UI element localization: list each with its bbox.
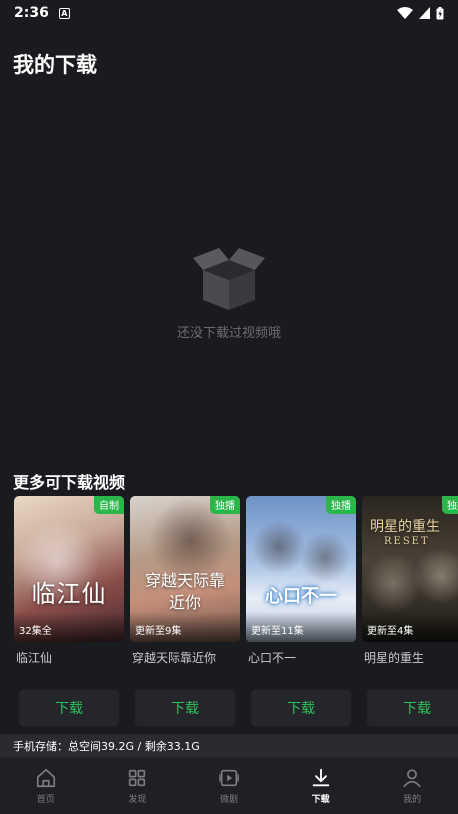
download-button[interactable]: 下载 — [251, 690, 351, 726]
download-button[interactable]: 下载 — [19, 690, 119, 726]
grid-icon — [129, 769, 146, 787]
tab-label: 发现 — [128, 795, 147, 805]
video-title[interactable]: 心口不一 — [246, 649, 356, 666]
video-card[interactable]: 临江仙 自制 32集全 临江仙 — [14, 496, 124, 666]
video-card[interactable]: 穿越天际靠近你 独播 更新至9集 穿越天际靠近你 — [130, 496, 240, 666]
home-icon — [36, 768, 55, 788]
tab-label: 下载 — [311, 795, 330, 805]
storage-info: 手机存储：总空间39.2G / 剩余33.1G — [0, 734, 458, 757]
episode-count: 更新至4集 — [367, 626, 414, 637]
poster-subtitle-art: RESET — [384, 536, 430, 547]
battery-icon — [436, 6, 444, 19]
download-icon — [312, 768, 329, 787]
badge-label: 独播 — [210, 496, 240, 514]
video-title[interactable]: 临江仙 — [14, 649, 124, 666]
status-time: 2:36 — [14, 5, 49, 21]
empty-state-text: 还没下载过视频哦 — [176, 326, 281, 341]
tab-label: 我的 — [403, 795, 422, 805]
badge-label: 自制 — [94, 496, 124, 514]
badge-label: 独播 — [442, 496, 458, 514]
empty-state: 还没下载过视频哦 — [0, 240, 458, 341]
video-poster[interactable]: 临江仙 自制 32集全 — [14, 496, 124, 642]
poster-title-art: 明星的重生 — [370, 519, 440, 535]
tab-download[interactable]: 下载 — [275, 758, 367, 814]
tab-label: 微剧 — [219, 795, 238, 805]
bottom-tab-bar: 首页 发现 微剧 下载 我的 — [0, 757, 458, 814]
poster-title-art: 临江仙 — [31, 580, 107, 608]
poster-title-art: 心口不一 — [265, 586, 337, 607]
notification-icon: A — [58, 7, 70, 19]
video-title[interactable]: 穿越天际靠近你 — [130, 649, 240, 666]
episode-count: 32集全 — [19, 626, 52, 637]
episode-count: 更新至9集 — [135, 626, 182, 637]
tab-microdrama[interactable]: 微剧 — [183, 758, 275, 814]
page-title: 我的下载 — [13, 53, 97, 77]
play-box-icon — [219, 769, 239, 787]
tab-mine[interactable]: 我的 — [366, 758, 458, 814]
tab-home[interactable]: 首页 — [0, 758, 92, 814]
signal-icon — [419, 7, 430, 19]
video-poster[interactable]: 穿越天际靠近你 独播 更新至9集 — [130, 496, 240, 642]
poster-title-art: 穿越天际靠近你 — [144, 571, 225, 612]
video-card-list[interactable]: 临江仙 自制 32集全 临江仙 穿越天际靠近你 独播 更新至9集 穿越天际靠近你… — [14, 496, 458, 728]
user-icon — [403, 769, 421, 788]
tab-label: 首页 — [36, 795, 55, 805]
status-bar: 2:36 A — [0, 0, 458, 26]
tab-discover[interactable]: 发现 — [92, 758, 184, 814]
download-button[interactable]: 下载 — [367, 690, 458, 726]
empty-box-icon — [193, 248, 265, 310]
video-title[interactable]: 明星的重生 — [362, 649, 458, 666]
episode-count: 更新至11集 — [251, 626, 304, 637]
badge-label: 独播 — [326, 496, 356, 514]
video-card[interactable]: 心口不一 独播 更新至11集 心口不一 — [246, 496, 356, 666]
wifi-icon — [397, 7, 413, 19]
section-title-more: 更多可下载视频 — [13, 473, 126, 492]
download-button[interactable]: 下载 — [135, 690, 235, 726]
video-poster[interactable]: 明星的重生 RESET 独播 更新至4集 — [362, 496, 458, 642]
video-poster[interactable]: 心口不一 独播 更新至11集 — [246, 496, 356, 642]
status-icons — [397, 6, 444, 20]
video-card[interactable]: 明星的重生 RESET 独播 更新至4集 明星的重生 — [362, 496, 458, 666]
